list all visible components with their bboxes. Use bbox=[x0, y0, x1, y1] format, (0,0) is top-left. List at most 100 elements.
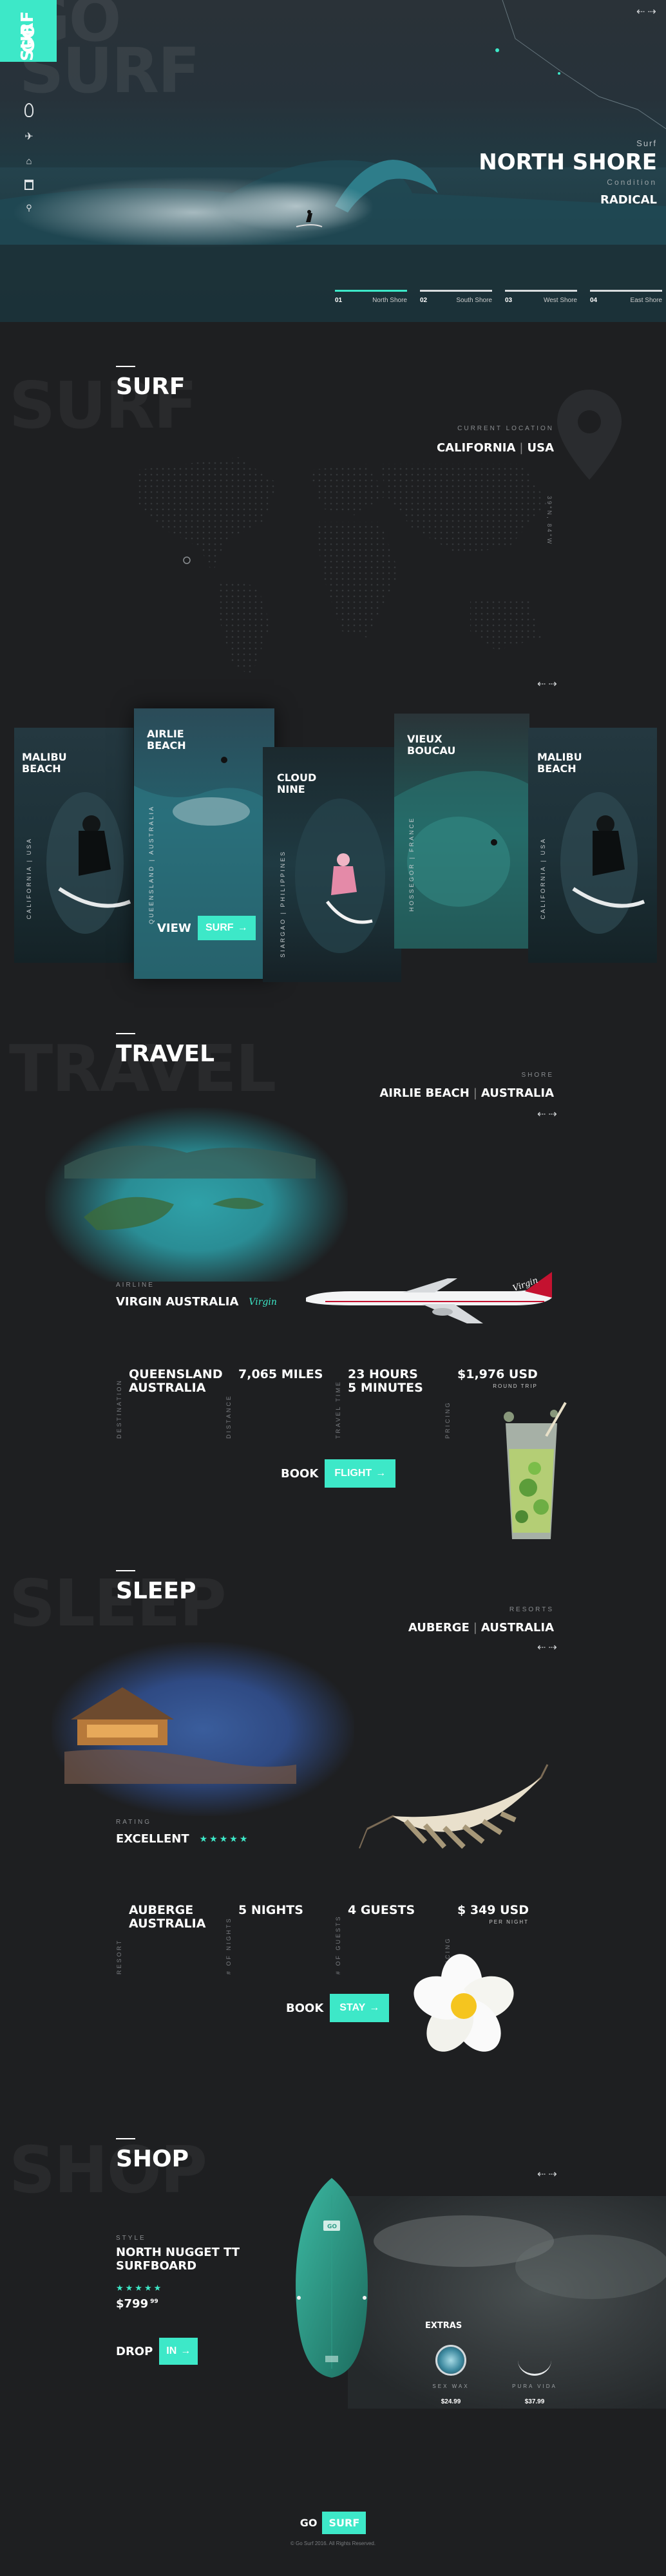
card-name-2: NINE bbox=[277, 783, 305, 795]
surf-card-3[interactable]: CLOUD NINE Siargao | Philippines bbox=[263, 747, 401, 982]
product-price: $799 99 bbox=[116, 2297, 283, 2311]
stat-value-1: 5 NIGHTS bbox=[238, 1903, 303, 1917]
card-name-2: BEACH bbox=[537, 762, 576, 775]
resort-country: AUSTRALIA bbox=[480, 1621, 554, 1634]
footer-logo[interactable]: GO SURF bbox=[300, 2512, 366, 2534]
travel-arrows[interactable]: ⇠⇢ bbox=[537, 1108, 560, 1121]
stat-sub: Per Night bbox=[489, 1919, 529, 1925]
stat-sub: Round Trip bbox=[493, 1383, 538, 1389]
stat-value-1: AUBERGE bbox=[129, 1903, 194, 1917]
hero-slide-1[interactable]: 01 North Shore bbox=[335, 290, 407, 304]
map-pin-icon bbox=[557, 390, 622, 480]
shop-arrows[interactable]: ⇠⇢ bbox=[537, 2168, 560, 2181]
book-btn-label: STAY bbox=[339, 2002, 366, 2013]
search-icon[interactable]: ⚲ bbox=[23, 203, 35, 213]
surf-card-5[interactable]: MALIBU BEACH California | USA bbox=[528, 728, 657, 963]
hero-condition-label: Condition bbox=[607, 178, 657, 187]
book-label: BOOK bbox=[286, 2001, 324, 2015]
product-info: Style NORTH NUGGET TT SURFBOARD ★★★★★ $7… bbox=[116, 2235, 283, 2311]
shore-label: Shore bbox=[521, 1072, 554, 1079]
book-flight-button[interactable]: FLIGHT → bbox=[325, 1459, 396, 1488]
slide-name: East Shore bbox=[630, 297, 662, 304]
surf-card-2[interactable]: AIRLIE BEACH Queensland | Australia VIEW… bbox=[134, 708, 274, 979]
rating-stars: ★★★★★ bbox=[199, 1833, 250, 1844]
slide-name: West Shore bbox=[543, 297, 577, 304]
footer: GO SURF © Go Surf 2016. All Rights Reser… bbox=[0, 2512, 666, 2546]
surf-card-4[interactable]: VIEUX BOUCAU Hossegor | France bbox=[394, 714, 529, 949]
book-stay-button[interactable]: STAY → bbox=[330, 1994, 390, 2022]
stat-travel-time: Travel Time 23 HOURS 5 MINUTES bbox=[335, 1368, 444, 1439]
airline-info: Airline VIRGIN AUSTRALIA Virgin bbox=[116, 1282, 277, 1309]
location-city: CALIFORNIA bbox=[436, 441, 516, 455]
hero-slide-3[interactable]: 03 West Shore bbox=[505, 290, 577, 304]
stat-value-2: 5 MINUTES bbox=[348, 1381, 423, 1395]
rating-info: Rating EXCELLENT ★★★★★ bbox=[116, 1819, 249, 1846]
resort-photo bbox=[52, 1642, 354, 1816]
extra-price: $37.99 bbox=[524, 2398, 545, 2405]
hero-info: Surf NORTH SHORE Condition RADICAL bbox=[451, 138, 657, 207]
location-label: Current Location bbox=[457, 425, 554, 432]
stat-value-1: 7,065 MILES bbox=[238, 1367, 323, 1381]
slide-name: South Shore bbox=[456, 297, 492, 304]
drop-in: DROP IN → bbox=[116, 2338, 198, 2365]
extra-item-2[interactable]: Pura Vida $37.99 bbox=[509, 2345, 560, 2405]
product-name-1: NORTH NUGGET TT bbox=[116, 2246, 240, 2259]
arrow-right-icon: → bbox=[369, 2002, 380, 2013]
extra-name: Sex Wax bbox=[432, 2383, 470, 2389]
stat-value-1: 23 HOURS bbox=[348, 1367, 418, 1381]
sleep-title: SLEEP bbox=[116, 1570, 196, 1604]
location-country: USA bbox=[527, 441, 554, 455]
hero-slide-2[interactable]: 02 South Shore bbox=[420, 290, 492, 304]
drop-label: DROP bbox=[116, 2344, 153, 2358]
surf-arrows[interactable]: ⇠⇢ bbox=[537, 677, 560, 690]
view-surf-button[interactable]: SURF → bbox=[197, 916, 256, 940]
shop-icon[interactable] bbox=[24, 180, 33, 190]
stat-label: # of Guests bbox=[335, 1915, 341, 1975]
stat-label: Travel Time bbox=[335, 1380, 341, 1439]
sex-wax-icon bbox=[435, 2345, 466, 2376]
frangipani-image bbox=[414, 1954, 514, 2052]
travel-stats: Destination QUEENSLAND AUSTRALIA Distance… bbox=[116, 1368, 554, 1439]
pura-vida-icon bbox=[518, 2345, 551, 2376]
stat-destination: Destination QUEENSLAND AUSTRALIA bbox=[116, 1368, 225, 1439]
board-logo: GO bbox=[327, 2224, 337, 2230]
resorts-label: Resorts bbox=[509, 1606, 554, 1613]
hero-arrows[interactable]: ⇠⇢ bbox=[636, 5, 659, 18]
card-region: Queensland | Australia bbox=[148, 805, 155, 924]
rating-value: EXCELLENT bbox=[116, 1832, 189, 1846]
resort-name: AUBERGE bbox=[408, 1621, 470, 1634]
slide-num: 04 bbox=[590, 297, 598, 304]
stat-value-2: AUSTRALIA bbox=[129, 1381, 206, 1395]
extra-item-1[interactable]: Sex Wax $24.99 bbox=[425, 2345, 477, 2405]
travel-icon[interactable]: ✈ bbox=[23, 130, 35, 143]
resort-value: AUBERGE | AUSTRALIA bbox=[408, 1621, 554, 1634]
drop-in-button[interactable]: IN → bbox=[159, 2338, 198, 2365]
book-stay: BOOK STAY → bbox=[286, 1994, 390, 2022]
sleep-icon[interactable]: ⌂ bbox=[23, 156, 35, 167]
location-value: CALIFORNIA | USA bbox=[436, 441, 554, 455]
stat-distance: Distance 7,065 MILES bbox=[225, 1368, 335, 1439]
hero-slide-4[interactable]: 04 East Shore bbox=[590, 290, 662, 304]
surfboard-image[interactable]: GO bbox=[290, 2175, 374, 2382]
sleep-arrows[interactable]: ⇠⇢ bbox=[537, 1641, 560, 1654]
resort-info: Resorts AUBERGE | AUSTRALIA bbox=[374, 1606, 554, 1634]
style-label: Style bbox=[116, 2235, 146, 2242]
stat-nights: # of Nights 5 NIGHTS bbox=[225, 1904, 335, 1975]
stat-label: Resort bbox=[116, 1938, 122, 1975]
airline-label: Airline bbox=[116, 1282, 155, 1289]
extras-label: EXTRAS bbox=[425, 2321, 462, 2331]
surf-card-1[interactable]: MALIBU BEACH California | USA bbox=[14, 728, 133, 963]
rating-label: Rating bbox=[116, 1819, 152, 1826]
surf-icon[interactable] bbox=[24, 103, 33, 117]
travel-photo bbox=[45, 1108, 348, 1282]
location-coords: 39°N, 84°W bbox=[546, 496, 553, 546]
airline-logo: Virgin bbox=[249, 1296, 277, 1307]
hero-slide-nav: 01 North Shore 02 South Shore 03 West Sh… bbox=[335, 290, 663, 304]
price-cents: 99 bbox=[150, 2298, 158, 2305]
current-location: Current Location CALIFORNIA | USA bbox=[412, 425, 554, 455]
book-btn-label: FLIGHT bbox=[334, 1468, 372, 1479]
view-btn-label: SURF bbox=[205, 922, 234, 933]
view-surf: VIEW SURF → bbox=[157, 916, 256, 940]
slide-num: 03 bbox=[505, 297, 513, 304]
slide-name: North Shore bbox=[372, 297, 407, 304]
